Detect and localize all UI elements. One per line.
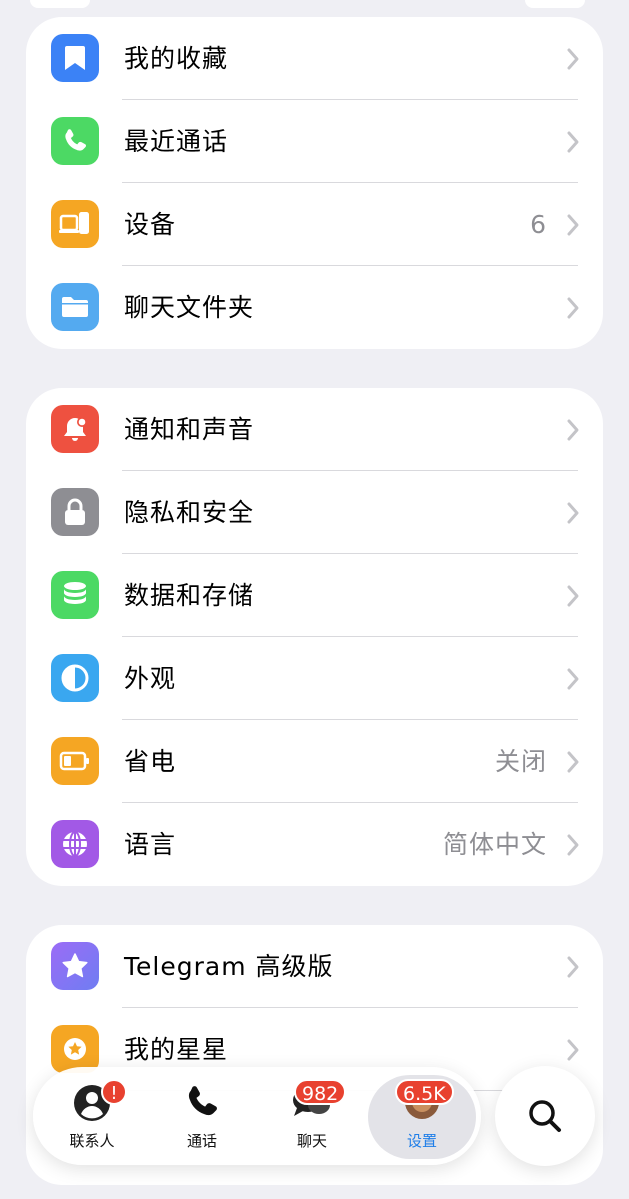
chevron-right-icon <box>567 297 579 319</box>
settings-group-2: 通知和声音 隐私和安全 数据和存储 外观 省电 关闭 语言 简体中文 <box>26 388 603 886</box>
settings-item-label: 隐私和安全 <box>124 498 255 527</box>
lock-icon <box>51 488 99 536</box>
tab-settings[interactable]: 6.5K 设置 <box>367 1067 477 1165</box>
devices-icon <box>51 200 99 248</box>
tab-contacts[interactable]: ! 联系人 <box>37 1067 147 1165</box>
settings-item-appearance[interactable]: 外观 <box>26 637 603 720</box>
appearance-icon <box>51 654 99 702</box>
globe-icon <box>51 820 99 868</box>
chevron-right-icon <box>567 131 579 153</box>
settings-item-label: 外观 <box>124 664 177 693</box>
search-button[interactable] <box>495 1066 595 1166</box>
settings-item-data-storage[interactable]: 数据和存储 <box>26 554 603 637</box>
tab-calls[interactable]: 通话 <box>147 1067 257 1165</box>
chevron-right-icon <box>567 585 579 607</box>
settings-badge: 6.5K <box>395 1079 454 1105</box>
settings-item-label: 通知和声音 <box>124 415 255 444</box>
chats-badge: 982 <box>294 1079 347 1105</box>
settings-item-label: 最近通话 <box>124 127 229 156</box>
phone-icon <box>51 117 99 165</box>
chevron-right-icon <box>567 1039 579 1061</box>
contacts-badge: ! <box>101 1079 127 1105</box>
search-icon <box>529 1100 561 1132</box>
top-partial-element <box>30 0 90 8</box>
phone-icon <box>183 1083 221 1125</box>
tab-bar: ! 联系人 通话 982 聊天 6.5K 设置 <box>33 1067 481 1165</box>
battery-icon <box>51 737 99 785</box>
chevron-right-icon <box>567 668 579 690</box>
top-partial-element <box>525 0 585 8</box>
tab-label: 设置 <box>406 1132 437 1150</box>
settings-item-label: 设备 <box>124 210 177 239</box>
settings-item-value: 6 <box>530 210 547 239</box>
settings-item-power-saving[interactable]: 省电 关闭 <box>26 720 603 803</box>
settings-item-recent-calls[interactable]: 最近通话 <box>26 100 603 183</box>
settings-item-premium[interactable]: Telegram 高级版 <box>26 925 603 1008</box>
settings-item-devices[interactable]: 设备 6 <box>26 183 603 266</box>
chevron-right-icon <box>567 48 579 70</box>
chevron-right-icon <box>567 834 579 856</box>
tab-chats[interactable]: 982 聊天 <box>257 1067 367 1165</box>
settings-item-label: 聊天文件夹 <box>124 293 255 322</box>
bell-icon <box>51 405 99 453</box>
settings-item-label: 我的收藏 <box>124 44 229 73</box>
chevron-right-icon <box>567 419 579 441</box>
settings-item-value: 简体中文 <box>442 830 547 859</box>
chevron-right-icon <box>567 751 579 773</box>
settings-item-label: 数据和存储 <box>124 581 255 610</box>
settings-item-value: 关闭 <box>494 747 547 776</box>
folder-icon <box>51 283 99 331</box>
bookmark-icon <box>51 34 99 82</box>
chevron-right-icon <box>567 956 579 978</box>
settings-group-1: 我的收藏 最近通话 设备 6 聊天文件夹 <box>26 17 603 349</box>
chevron-right-icon <box>567 502 579 524</box>
settings-item-label: Telegram 高级版 <box>124 952 334 981</box>
database-icon <box>51 571 99 619</box>
premium-star-icon <box>51 942 99 990</box>
settings-item-chat-folders[interactable]: 聊天文件夹 <box>26 266 603 349</box>
tab-label: 聊天 <box>296 1132 327 1150</box>
stars-icon <box>51 1025 99 1073</box>
chevron-right-icon <box>567 214 579 236</box>
settings-item-privacy[interactable]: 隐私和安全 <box>26 471 603 554</box>
settings-item-label: 语言 <box>124 830 177 859</box>
tab-label: 通话 <box>186 1132 217 1150</box>
settings-item-notifications[interactable]: 通知和声音 <box>26 388 603 471</box>
settings-item-language[interactable]: 语言 简体中文 <box>26 803 603 886</box>
settings-item-favorites[interactable]: 我的收藏 <box>26 17 603 100</box>
settings-item-label: 省电 <box>124 747 177 776</box>
tab-label: 联系人 <box>69 1132 115 1150</box>
